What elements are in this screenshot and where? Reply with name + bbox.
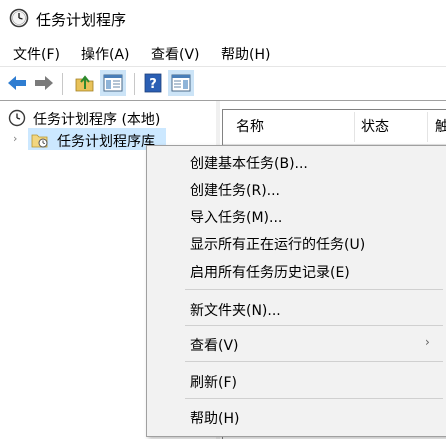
- back-arrow-icon[interactable]: [6, 72, 28, 94]
- menu-file[interactable]: 文件(F): [13, 44, 60, 64]
- show-hide-action-pane-icon[interactable]: [170, 72, 192, 94]
- column-header-name[interactable]: 名称: [236, 110, 264, 144]
- menu-help[interactable]: 帮助(H): [221, 44, 270, 64]
- menu-item-create-task[interactable]: 创建任务(R)...: [147, 176, 445, 202]
- menu-separator: [185, 398, 443, 399]
- menu-separator: [185, 289, 443, 290]
- menu-item-label: 创建基本任务(B)...: [190, 156, 308, 172]
- menu-item-refresh[interactable]: 刷新(F): [147, 368, 445, 394]
- menu-item-new-folder[interactable]: 新文件夹(N)...: [147, 296, 445, 322]
- menu-item-label: 导入任务(M)...: [190, 210, 283, 226]
- task-scheduler-clock-icon: [8, 109, 26, 127]
- task-scheduler-clock-icon: [9, 8, 29, 28]
- menu-action[interactable]: 操作(A): [81, 44, 130, 64]
- context-menu: 创建基本任务(B)... 创建任务(R)... 导入任务(M)... 显示所有正…: [146, 145, 446, 437]
- column-divider[interactable]: [354, 112, 355, 142]
- show-hide-console-tree-icon[interactable]: [102, 72, 124, 94]
- tree-expander-icon[interactable]: ›: [13, 132, 17, 145]
- menu-item-label: 查看(V): [190, 338, 239, 354]
- menu-item-label: 新文件夹(N)...: [190, 303, 281, 319]
- menu-item-enable-history[interactable]: 启用所有任务历史记录(E): [147, 258, 445, 284]
- menu-item-help[interactable]: 帮助(H): [147, 404, 445, 430]
- menu-item-display-running-tasks[interactable]: 显示所有正在运行的任务(U): [147, 230, 445, 256]
- column-header-trigger[interactable]: 触: [435, 110, 446, 144]
- up-folder-icon[interactable]: [74, 72, 96, 94]
- menu-item-create-basic-task[interactable]: 创建基本任务(B)...: [147, 149, 445, 175]
- column-divider[interactable]: [427, 112, 428, 142]
- library-folder-clock-icon: [31, 134, 48, 148]
- title-bar: 任务计划程序: [0, 0, 446, 38]
- menu-item-label: 创建任务(R)...: [190, 183, 281, 199]
- task-scheduler-window: 任务计划程序 文件(F) 操作(A) 查看(V) 帮助(H) ? 任务计划程序 …: [0, 0, 446, 439]
- help-icon[interactable]: ?: [142, 72, 164, 94]
- menu-item-label: 刷新(F): [190, 375, 237, 391]
- menu-item-label: 帮助(H): [190, 411, 240, 427]
- tree-root-label: 任务计划程序 (本地): [33, 112, 161, 128]
- submenu-arrow-icon: ›: [425, 335, 430, 349]
- menu-separator: [185, 361, 443, 362]
- menu-item-label: 启用所有任务历史记录(E): [190, 265, 350, 281]
- menu-view[interactable]: 查看(V): [151, 44, 200, 64]
- menu-separator: [185, 325, 443, 326]
- toolbar: ?: [0, 66, 446, 101]
- forward-arrow-icon[interactable]: [33, 72, 55, 94]
- menu-item-label: 显示所有正在运行的任务(U): [190, 237, 366, 253]
- column-header-status[interactable]: 状态: [361, 110, 389, 144]
- menu-item-import-task[interactable]: 导入任务(M)...: [147, 203, 445, 229]
- tree-library-label: 任务计划程序库: [57, 134, 155, 150]
- menu-bar: 文件(F) 操作(A) 查看(V) 帮助(H): [0, 40, 446, 66]
- menu-item-view[interactable]: 查看(V) ›: [147, 331, 445, 357]
- toolbar-separator: [134, 73, 135, 95]
- toolbar-separator: [62, 73, 63, 95]
- window-title: 任务计划程序: [36, 11, 127, 29]
- svg-text:?: ?: [149, 77, 157, 92]
- tree-item-root[interactable]: 任务计划程序 (本地): [0, 107, 216, 129]
